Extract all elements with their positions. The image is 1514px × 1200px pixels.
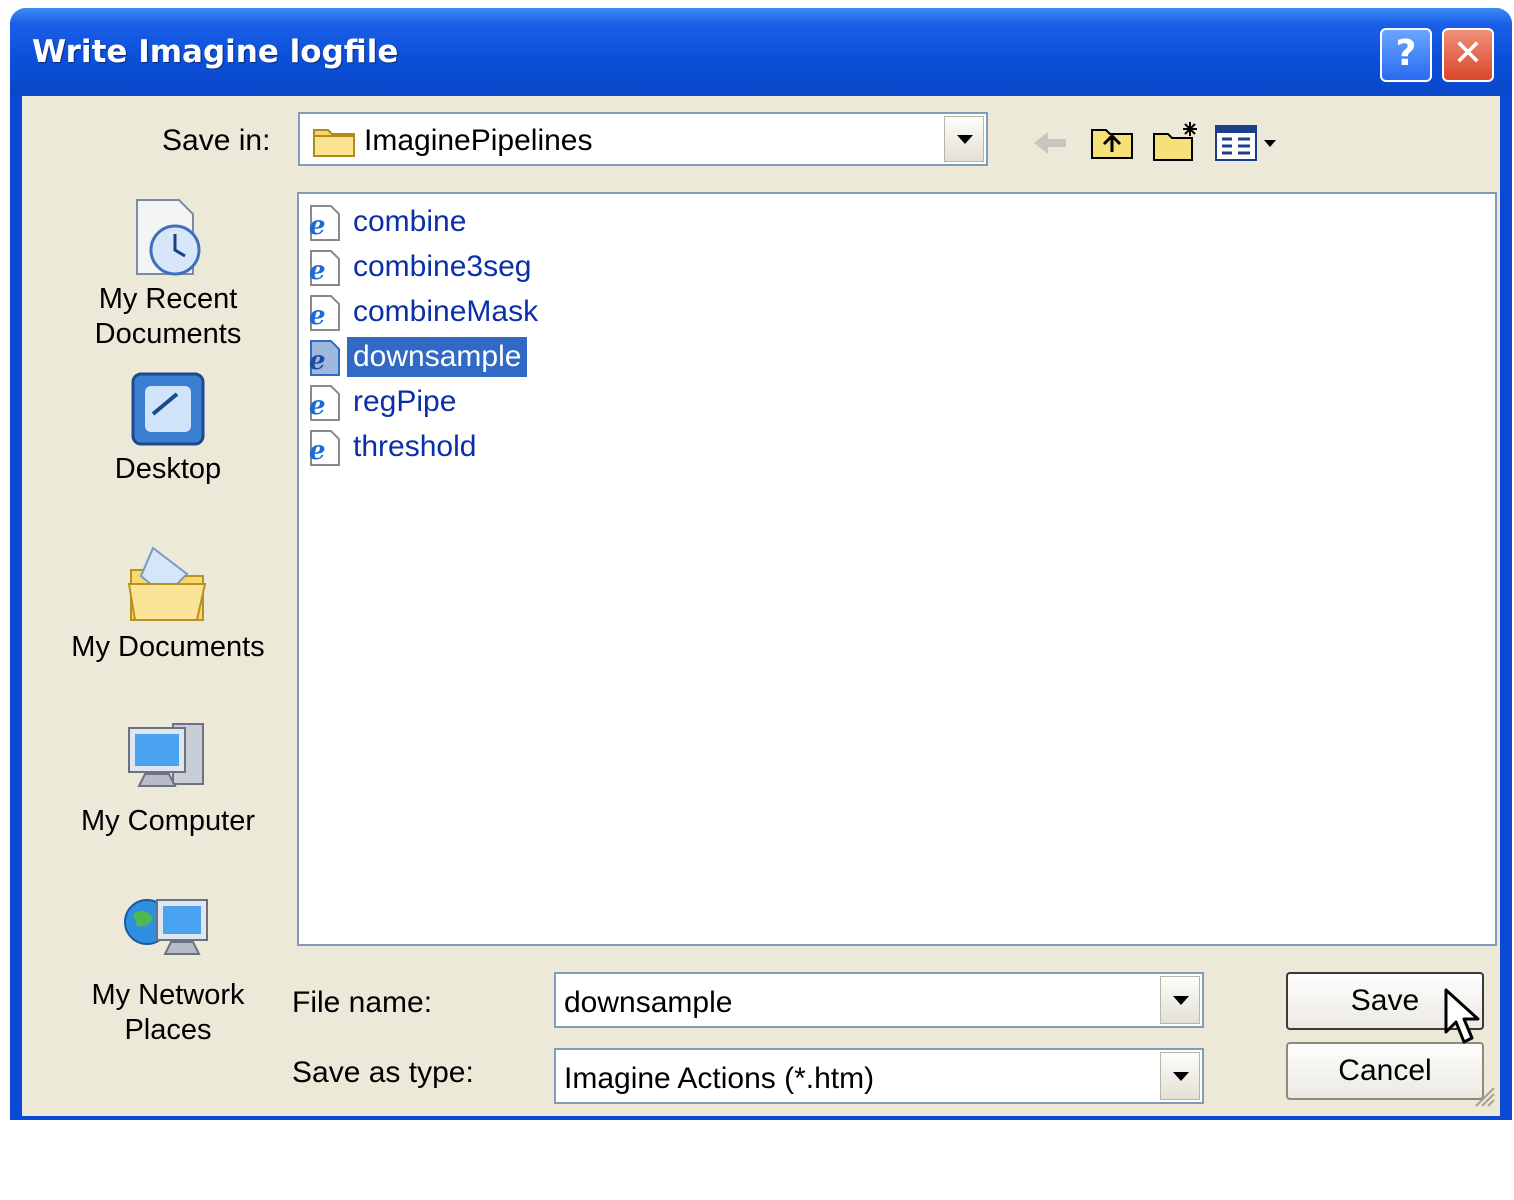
save-in-dropdown[interactable]: ImaginePipelines [298,112,988,166]
view-menu-icon[interactable] [1214,124,1280,166]
help-button[interactable]: ? [1380,28,1432,82]
back-arrow-icon[interactable] [1030,126,1070,164]
place-my-computer[interactable]: My Computer [44,716,292,839]
save-as-type-dropdown[interactable]: Imagine Actions (*.htm) [554,1048,1204,1104]
save-in-dropdown-button[interactable] [944,116,984,162]
ie-document-icon: e [305,204,341,242]
file-name: downsample [347,337,528,377]
file-name-label: File name: [292,986,433,1019]
network-places-icon [44,888,292,978]
dialog-body: Save in: ImaginePipelines My Recent Docu… [22,96,1500,1116]
place-label: My Computer [80,805,256,837]
save-as-type-label: Save as type: [292,1056,474,1089]
file-name: regPipe [353,385,457,418]
file-name: combineMask [353,295,539,328]
mouse-cursor-icon [1442,988,1482,1054]
place-label: My Recent [98,283,238,315]
place-my-documents[interactable]: My Documents [44,540,292,665]
ie-document-icon: e [305,339,341,377]
save-as-type-value: Imagine Actions (*.htm) [564,1062,875,1095]
file-name: combine3seg [353,250,532,283]
window-title: Write Imagine logfile [32,34,399,70]
ie-document-icon: e [305,429,341,467]
place-desktop[interactable]: Desktop [44,368,292,487]
ie-document-icon: e [305,249,341,287]
svg-text:e: e [309,301,326,331]
ie-document-icon: e [305,294,341,332]
place-label: Places [124,1014,212,1046]
file-name-dropdown-button[interactable] [1160,976,1200,1024]
my-documents-icon [44,540,292,630]
file-name: threshold [353,430,477,463]
place-label: Documents [94,318,242,350]
file-list[interactable]: e combine e combine3seg e combineMask e [297,192,1497,946]
svg-text:e: e [309,346,326,376]
places-bar: My Recent Documents Desktop My Documents… [44,190,292,1200]
place-label: My Network [91,979,245,1011]
save-as-type-dropdown-button[interactable] [1160,1052,1200,1100]
place-label: My Documents [71,631,265,663]
svg-text:e: e [309,211,326,241]
svg-text:e: e [309,256,326,286]
resize-grip-icon[interactable] [1472,1084,1496,1112]
close-button[interactable]: ✕ [1442,28,1494,82]
file-name-value: downsample [564,986,733,1019]
save-in-value: ImaginePipelines [364,124,593,157]
my-computer-icon [44,716,292,804]
recent-documents-icon [44,196,292,282]
save-in-label: Save in: [162,124,271,157]
svg-text:e: e [309,436,326,466]
place-label: Desktop [114,453,222,485]
title-bar[interactable]: Write Imagine logfile ? ✕ [10,8,1512,96]
place-network-places[interactable]: My Network Places [44,888,292,1048]
ie-document-icon: e [305,384,341,422]
desktop-icon [44,368,292,452]
place-recent-documents[interactable]: My Recent Documents [44,196,292,352]
up-folder-icon[interactable] [1090,122,1134,166]
svg-text:e: e [309,391,326,421]
new-folder-icon[interactable] [1152,120,1200,166]
dialog-window: Write Imagine logfile ? ✕ Save in: Imagi… [10,8,1512,1120]
file-name-input[interactable]: downsample [554,972,1204,1028]
folder-icon [312,122,356,162]
file-name: combine [353,205,467,238]
